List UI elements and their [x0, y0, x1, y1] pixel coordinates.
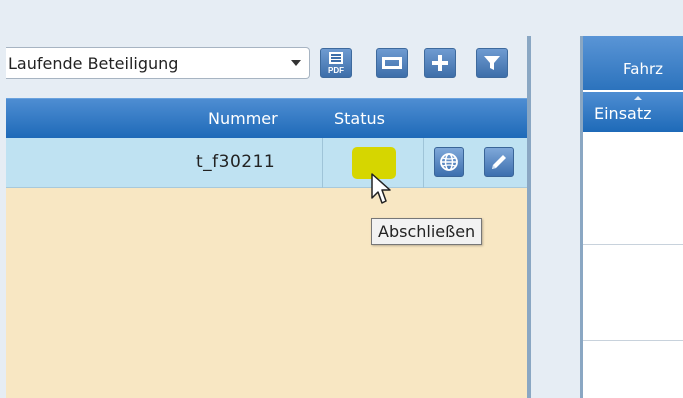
mouse-cursor-icon: [371, 173, 391, 204]
add-button[interactable]: [424, 48, 456, 78]
pdf-icon-text: PDF: [328, 66, 344, 75]
row-divider: [583, 340, 683, 341]
filter-select-value: Laufende Beteiligung: [8, 53, 179, 73]
cell-divider: [322, 138, 323, 188]
right-table-header: Einsatz: [583, 92, 683, 132]
row-divider: [583, 244, 683, 245]
sort-ascending-icon: [634, 96, 642, 100]
pencil-edit-icon: [492, 155, 506, 169]
edit-button[interactable]: [484, 147, 514, 177]
filter-select[interactable]: Laufende Beteiligung: [6, 47, 310, 79]
status-tooltip: Abschließen: [371, 218, 483, 245]
filter-button[interactable]: [476, 48, 508, 78]
globe-button[interactable]: [434, 147, 464, 177]
column-header-number[interactable]: Nummer: [208, 109, 278, 128]
minimize-icon: [382, 57, 402, 69]
funnel-filter-icon: [484, 56, 500, 70]
minimize-button[interactable]: [376, 48, 408, 78]
table-header: Nummer Status: [6, 98, 527, 138]
row-number: t_f30211: [196, 152, 276, 172]
pdf-export-button[interactable]: PDF: [320, 48, 352, 78]
table-row[interactable]: t_f30211: [6, 138, 527, 188]
panel-toolbar: Laufende Beteiligung PDF: [6, 36, 527, 98]
tab-vehicles-label: Fahrz: [623, 60, 663, 78]
globe-icon: [440, 153, 458, 171]
column-header-einsatz[interactable]: Einsatz: [594, 104, 652, 123]
right-panel: Fahrz Einsatz: [580, 36, 683, 398]
left-panel: Laufende Beteiligung PDF Nummer Status t…: [6, 36, 531, 398]
tab-vehicles[interactable]: Fahrz: [583, 36, 683, 90]
plus-icon: [432, 55, 448, 71]
cell-divider: [423, 138, 424, 188]
chevron-down-icon: [291, 60, 301, 66]
pdf-export-icon: PDF: [328, 52, 344, 75]
column-header-status[interactable]: Status: [334, 109, 385, 128]
